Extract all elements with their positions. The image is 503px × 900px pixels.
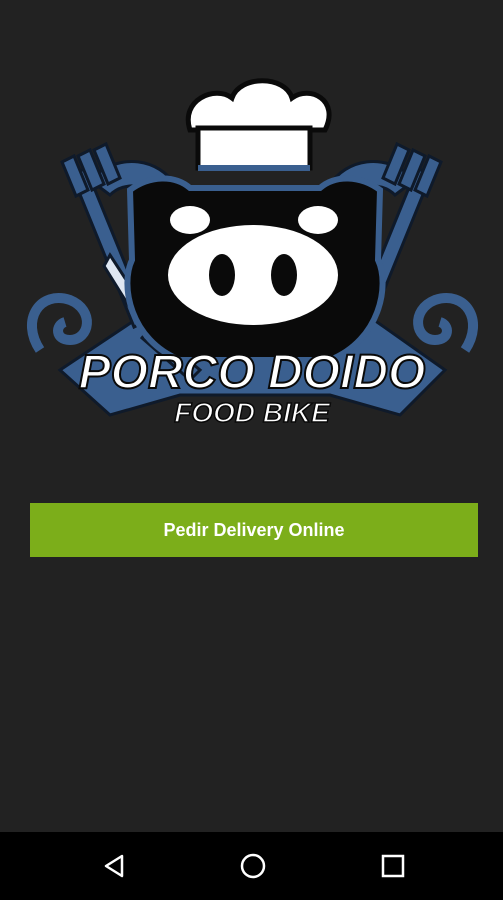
home-icon	[240, 853, 266, 879]
porco-doido-logo: PORCO DOIDO FOOD BIKE	[26, 78, 479, 429]
logo-brand-line1: PORCO DOIDO	[79, 346, 426, 399]
order-delivery-label: Pedir Delivery Online	[163, 519, 345, 540]
system-navigation-bar	[0, 832, 503, 900]
pig-head	[124, 175, 386, 363]
logo-brand-line2: FOOD BIKE	[174, 397, 331, 428]
back-icon	[104, 854, 124, 878]
home-button[interactable]	[231, 846, 275, 886]
app-screen: PORCO DOIDO FOOD BIKE Pedir Delivery Onl…	[0, 0, 503, 900]
chef-hat	[185, 78, 332, 171]
recents-icon	[381, 854, 405, 878]
recents-button[interactable]	[371, 846, 415, 886]
order-delivery-button[interactable]: Pedir Delivery Online	[30, 503, 478, 557]
back-button[interactable]	[92, 846, 136, 886]
